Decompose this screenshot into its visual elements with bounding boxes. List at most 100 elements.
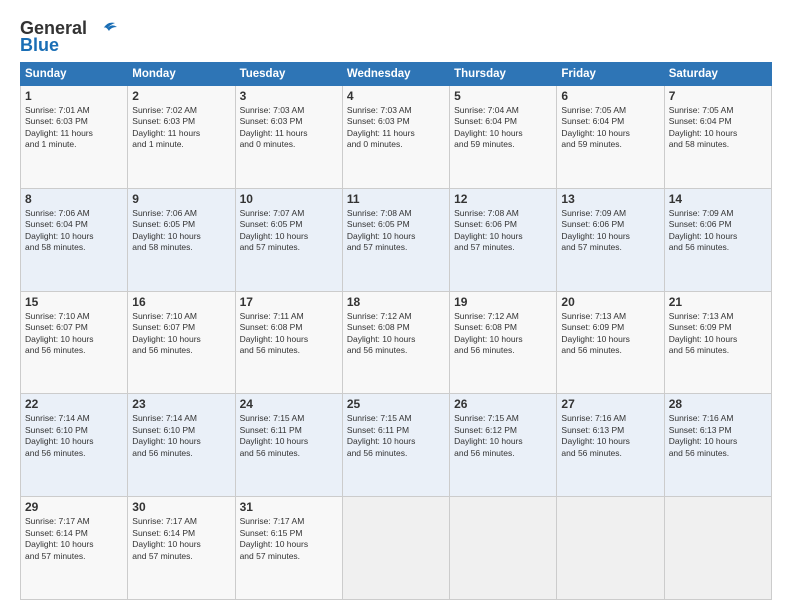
calendar-cell	[450, 497, 557, 600]
calendar-cell: 21 Sunrise: 7:13 AM Sunset: 6:09 PM Dayli…	[664, 291, 771, 394]
day-info: Sunrise: 7:15 AM Sunset: 6:12 PM Dayligh…	[454, 413, 552, 459]
day-number: 6	[561, 89, 659, 103]
day-info: Sunrise: 7:17 AM Sunset: 6:15 PM Dayligh…	[240, 516, 338, 562]
day-info: Sunrise: 7:07 AM Sunset: 6:05 PM Dayligh…	[240, 208, 338, 254]
day-info: Sunrise: 7:12 AM Sunset: 6:08 PM Dayligh…	[454, 311, 552, 357]
day-info: Sunrise: 7:14 AM Sunset: 6:10 PM Dayligh…	[132, 413, 230, 459]
calendar-cell: 25Sunrise: 7:15 AM Sunset: 6:11 PM Dayli…	[342, 394, 449, 497]
calendar-cell: 27 Sunrise: 7:16 AM Sunset: 6:13 PM Dayli…	[557, 394, 664, 497]
day-number: 11	[347, 192, 445, 206]
day-info: Sunrise: 7:15 AM Sunset: 6:11 PM Dayligh…	[347, 413, 445, 459]
calendar: Sunday Monday Tuesday Wednesday Thursday…	[20, 62, 772, 600]
header-sunday: Sunday	[21, 63, 128, 86]
calendar-cell	[342, 497, 449, 600]
day-info: Sunrise: 7:03 AM Sunset: 6:03 PM Dayligh…	[240, 105, 338, 151]
day-number: 20	[561, 295, 659, 309]
day-info: Sunrise: 7:05 AM Sunset: 6:04 PM Dayligh…	[669, 105, 767, 151]
day-info: Sunrise: 7:13 AM Sunset: 6:09 PM Dayligh…	[561, 311, 659, 357]
calendar-cell: 15Sunrise: 7:10 AM Sunset: 6:07 PM Dayli…	[21, 291, 128, 394]
day-number: 12	[454, 192, 552, 206]
day-info: Sunrise: 7:08 AM Sunset: 6:05 PM Dayligh…	[347, 208, 445, 254]
header-tuesday: Tuesday	[235, 63, 342, 86]
day-info: Sunrise: 7:16 AM Sunset: 6:13 PM Dayligh…	[561, 413, 659, 459]
day-info: Sunrise: 7:09 AM Sunset: 6:06 PM Dayligh…	[561, 208, 659, 254]
calendar-cell: 1 Sunrise: 7:01 AM Sunset: 6:03 PM Daylig…	[21, 86, 128, 189]
calendar-header: Sunday Monday Tuesday Wednesday Thursday…	[21, 63, 772, 86]
day-number: 26	[454, 397, 552, 411]
day-info: Sunrise: 7:15 AM Sunset: 6:11 PM Dayligh…	[240, 413, 338, 459]
day-number: 1	[25, 89, 123, 103]
day-info: Sunrise: 7:13 AM Sunset: 6:09 PM Dayligh…	[669, 311, 767, 357]
day-number: 27	[561, 397, 659, 411]
calendar-cell	[664, 497, 771, 600]
logo-blue-text: Blue	[20, 35, 59, 56]
calendar-cell: 28 Sunrise: 7:16 AM Sunset: 6:13 PM Dayli…	[664, 394, 771, 497]
day-info: Sunrise: 7:10 AM Sunset: 6:07 PM Dayligh…	[132, 311, 230, 357]
calendar-row: 15 Sunrise: 7:10 AM Sunset: 6:07 PM Dayli…	[21, 291, 772, 394]
day-info: Sunrise: 7:08 AM Sunset: 6:06 PM Dayligh…	[454, 208, 552, 254]
day-number: 4	[347, 89, 445, 103]
day-number: 9	[132, 192, 230, 206]
day-info: Sunrise: 7:09 AM Sunset: 6:06 PM Dayligh…	[669, 208, 767, 254]
calendar-cell: 11 Sunrise: 7:08 AM Sunset: 6:05 PM Dayli…	[342, 188, 449, 291]
day-number: 2	[132, 89, 230, 103]
calendar-cell: 13Sunrise: 7:09 AM Sunset: 6:06 PM Dayli…	[557, 188, 664, 291]
day-number: 16	[132, 295, 230, 309]
day-info: Sunrise: 7:05 AM Sunset: 6:04 PM Dayligh…	[561, 105, 659, 151]
day-number: 19	[454, 295, 552, 309]
logo-bird-icon	[89, 19, 117, 39]
day-number: 18	[347, 295, 445, 309]
calendar-cell: 19 Sunrise: 7:12 AM Sunset: 6:08 PM Dayli…	[450, 291, 557, 394]
day-info: Sunrise: 7:01 AM Sunset: 6:03 PM Dayligh…	[25, 105, 123, 151]
calendar-cell: 18Sunrise: 7:12 AM Sunset: 6:08 PM Dayli…	[342, 291, 449, 394]
day-number: 5	[454, 89, 552, 103]
calendar-row: 29Sunrise: 7:17 AM Sunset: 6:14 PM Dayli…	[21, 497, 772, 600]
page: General Blue Sunday Monday Tuesday Wedne…	[0, 0, 792, 612]
calendar-cell: 24 Sunrise: 7:15 AM Sunset: 6:11 PM Dayli…	[235, 394, 342, 497]
day-info: Sunrise: 7:14 AM Sunset: 6:10 PM Dayligh…	[25, 413, 123, 459]
day-info: Sunrise: 7:04 AM Sunset: 6:04 PM Dayligh…	[454, 105, 552, 151]
calendar-cell: 29Sunrise: 7:17 AM Sunset: 6:14 PM Dayli…	[21, 497, 128, 600]
calendar-cell: 31 Sunrise: 7:17 AM Sunset: 6:15 PM Dayli…	[235, 497, 342, 600]
calendar-cell: 20 Sunrise: 7:13 AM Sunset: 6:09 PM Dayli…	[557, 291, 664, 394]
day-info: Sunrise: 7:06 AM Sunset: 6:05 PM Dayligh…	[132, 208, 230, 254]
calendar-cell: 6 Sunrise: 7:05 AM Sunset: 6:04 PM Daylig…	[557, 86, 664, 189]
calendar-row: 8 Sunrise: 7:06 AM Sunset: 6:04 PM Daylig…	[21, 188, 772, 291]
day-number: 7	[669, 89, 767, 103]
calendar-body: 1 Sunrise: 7:01 AM Sunset: 6:03 PM Daylig…	[21, 86, 772, 600]
calendar-cell: 7 Sunrise: 7:05 AM Sunset: 6:04 PM Daylig…	[664, 86, 771, 189]
calendar-cell: 5 Sunrise: 7:04 AM Sunset: 6:04 PM Daylig…	[450, 86, 557, 189]
day-number: 23	[132, 397, 230, 411]
day-number: 10	[240, 192, 338, 206]
day-number: 17	[240, 295, 338, 309]
day-number: 8	[25, 192, 123, 206]
day-info: Sunrise: 7:11 AM Sunset: 6:08 PM Dayligh…	[240, 311, 338, 357]
calendar-cell: 2 Sunrise: 7:02 AM Sunset: 6:03 PM Daylig…	[128, 86, 235, 189]
day-number: 29	[25, 500, 123, 514]
calendar-cell: 4 Sunrise: 7:03 AM Sunset: 6:03 PM Daylig…	[342, 86, 449, 189]
day-number: 3	[240, 89, 338, 103]
calendar-cell: 3 Sunrise: 7:03 AM Sunset: 6:03 PM Daylig…	[235, 86, 342, 189]
day-number: 28	[669, 397, 767, 411]
calendar-cell: 30Sunrise: 7:17 AM Sunset: 6:14 PM Dayli…	[128, 497, 235, 600]
header-thursday: Thursday	[450, 63, 557, 86]
calendar-cell: 12 Sunrise: 7:08 AM Sunset: 6:06 PM Dayli…	[450, 188, 557, 291]
calendar-cell: 8 Sunrise: 7:06 AM Sunset: 6:04 PM Daylig…	[21, 188, 128, 291]
header: General Blue	[20, 18, 772, 56]
calendar-cell: 14Sunrise: 7:09 AM Sunset: 6:06 PM Dayli…	[664, 188, 771, 291]
day-info: Sunrise: 7:03 AM Sunset: 6:03 PM Dayligh…	[347, 105, 445, 151]
calendar-cell: 16 Sunrise: 7:10 AM Sunset: 6:07 PM Dayli…	[128, 291, 235, 394]
day-info: Sunrise: 7:02 AM Sunset: 6:03 PM Dayligh…	[132, 105, 230, 151]
day-info: Sunrise: 7:16 AM Sunset: 6:13 PM Dayligh…	[669, 413, 767, 459]
day-number: 15	[25, 295, 123, 309]
calendar-cell: 22Sunrise: 7:14 AM Sunset: 6:10 PM Dayli…	[21, 394, 128, 497]
header-friday: Friday	[557, 63, 664, 86]
day-number: 30	[132, 500, 230, 514]
calendar-cell: 10 Sunrise: 7:07 AM Sunset: 6:05 PM Dayli…	[235, 188, 342, 291]
calendar-cell: 9 Sunrise: 7:06 AM Sunset: 6:05 PM Daylig…	[128, 188, 235, 291]
day-info: Sunrise: 7:06 AM Sunset: 6:04 PM Dayligh…	[25, 208, 123, 254]
calendar-cell: 23 Sunrise: 7:14 AM Sunset: 6:10 PM Dayli…	[128, 394, 235, 497]
day-number: 24	[240, 397, 338, 411]
day-number: 31	[240, 500, 338, 514]
day-number: 21	[669, 295, 767, 309]
